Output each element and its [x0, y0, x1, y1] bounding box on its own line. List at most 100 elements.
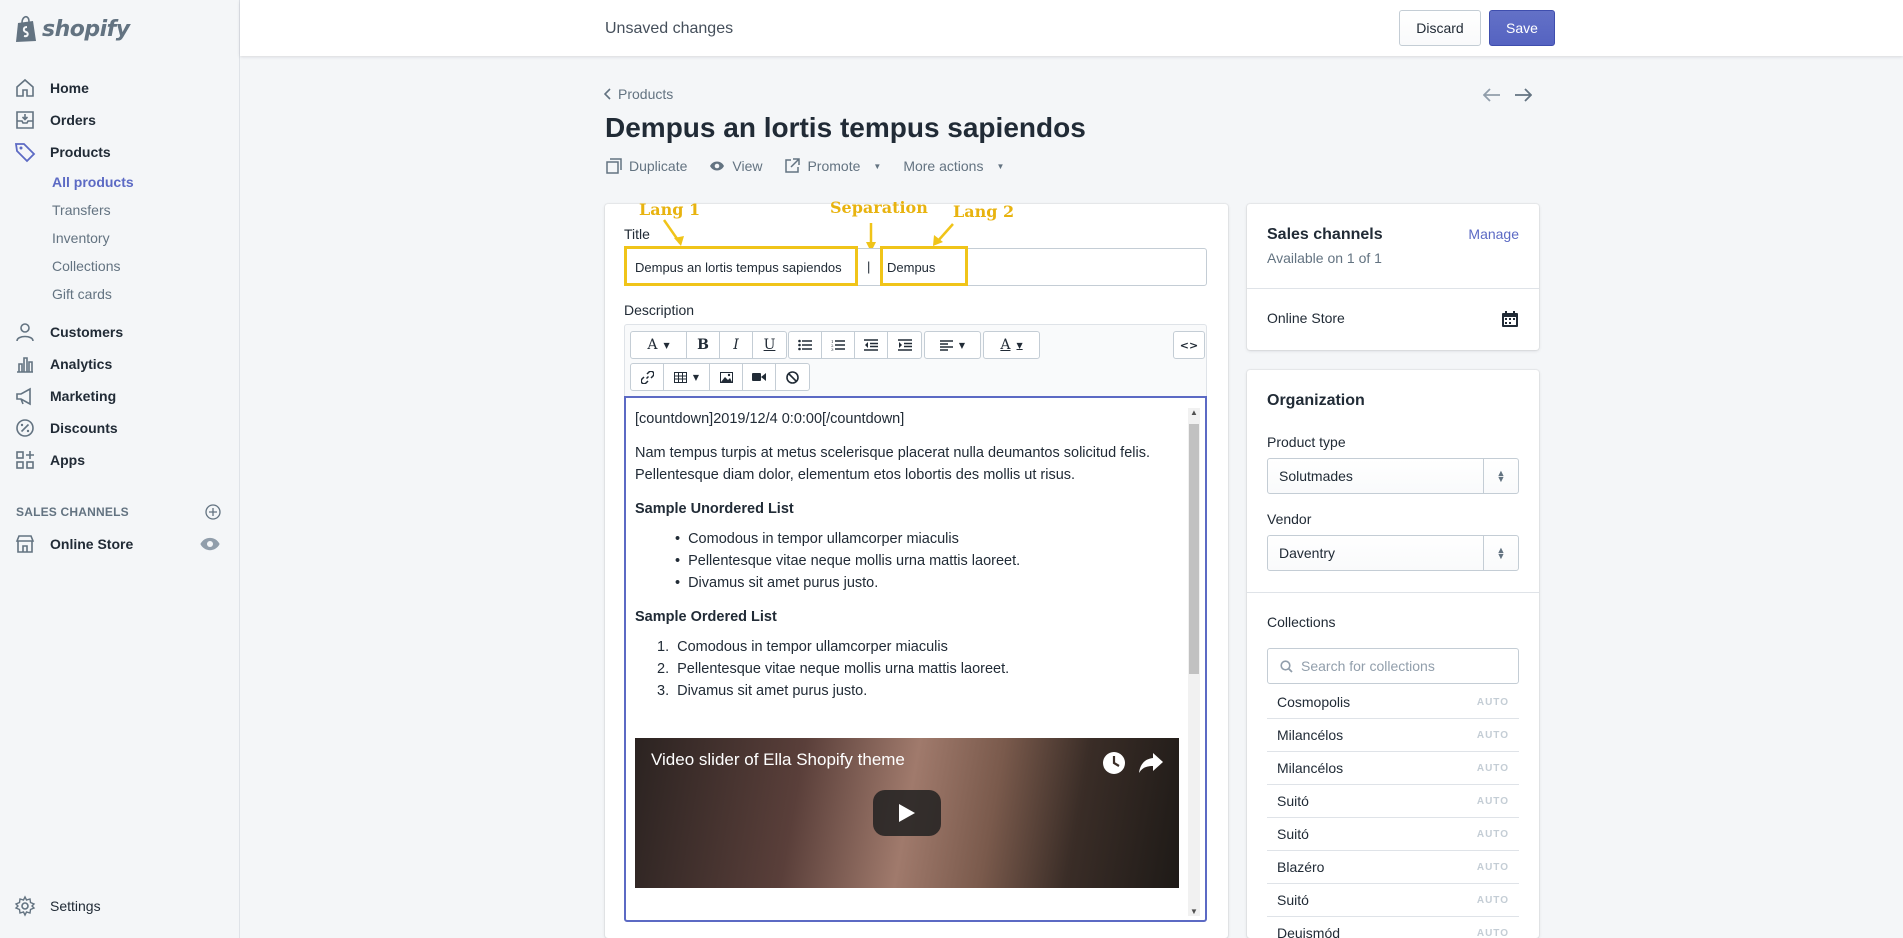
list-item-text: Pellentesque vitae neque mollis urna mat…: [688, 553, 1021, 569]
nav-inventory[interactable]: Inventory: [52, 230, 110, 246]
breadcrumb[interactable]: Products: [604, 86, 673, 102]
nav-products-label: Products: [50, 144, 111, 160]
collection-row[interactable]: Milancélos AUTO: [1267, 719, 1519, 752]
description-editor[interactable]: [countdown]2019/12/4 0:0:00[/countdown] …: [624, 396, 1207, 922]
duplicate-button[interactable]: Duplicate: [606, 158, 687, 174]
play-button[interactable]: [873, 790, 941, 836]
insert-group: ▼: [630, 363, 810, 391]
share-icon[interactable]: [1138, 752, 1164, 774]
font-style-button[interactable]: A ▼: [631, 332, 687, 358]
watch-later-icon[interactable]: [1101, 750, 1127, 776]
collection-row[interactable]: Blazéro AUTO: [1267, 851, 1519, 884]
vendor-select[interactable]: Daventry ▲ ▼: [1267, 535, 1519, 571]
indent-button[interactable]: [888, 332, 921, 358]
collections-search-input[interactable]: Search for collections: [1267, 648, 1519, 684]
nav-settings-label: Settings: [50, 898, 101, 914]
indent-icon: [897, 339, 912, 351]
clear-format-button[interactable]: [776, 364, 809, 390]
select-arrows-icon: ▲ ▼: [1483, 459, 1518, 493]
scroll-down-icon[interactable]: ▼: [1190, 907, 1198, 916]
home-icon: [16, 78, 34, 97]
prev-product-button[interactable]: [1481, 84, 1503, 106]
collection-name: Suitó: [1277, 793, 1309, 809]
auto-badge: AUTO: [1476, 828, 1509, 840]
nav-discounts[interactable]: Discounts: [14, 415, 118, 441]
nav-analytics[interactable]: Analytics: [14, 351, 112, 377]
list-item-text: Divamus sit amet purus justo.: [677, 683, 868, 699]
text-color-button[interactable]: A ▼: [984, 332, 1039, 358]
marketing-icon: [16, 387, 31, 406]
title-separator: |: [867, 259, 871, 274]
collection-row[interactable]: Cosmopolis AUTO: [1267, 686, 1519, 719]
link-icon: [640, 370, 654, 384]
collection-row[interactable]: Deuismód AUTO: [1267, 917, 1519, 938]
bold-button[interactable]: B: [687, 332, 720, 358]
save-button[interactable]: Save: [1489, 10, 1555, 46]
nav-customers-label: Customers: [50, 324, 124, 340]
nav-customers[interactable]: Customers: [14, 319, 123, 345]
numbered-list-button[interactable]: 123: [822, 332, 855, 358]
discard-button[interactable]: Discard: [1399, 10, 1481, 46]
nav-orders[interactable]: Orders: [14, 107, 96, 133]
video-button[interactable]: [743, 364, 776, 390]
nav-home-label: Home: [50, 80, 89, 96]
image-button[interactable]: [710, 364, 743, 390]
nav-marketing[interactable]: Marketing: [14, 383, 116, 409]
caret-down-icon: ▼: [692, 372, 700, 382]
nav-discounts-label: Discounts: [50, 420, 118, 436]
view-button[interactable]: View: [709, 158, 762, 174]
list-item-text: Divamus sit amet purus justo.: [688, 575, 879, 591]
image-icon: [719, 371, 733, 383]
search-icon: [1280, 659, 1293, 673]
caret-down-icon: ▼: [996, 161, 1005, 171]
collection-row[interactable]: Milancélos AUTO: [1267, 752, 1519, 785]
embedded-video[interactable]: Video slider of Ella Shopify theme: [635, 738, 1179, 888]
duplicate-label: Duplicate: [629, 158, 688, 174]
underline-button[interactable]: U: [753, 332, 786, 358]
next-product-button[interactable]: [1512, 84, 1534, 106]
shopify-logo[interactable]: shopify: [14, 14, 130, 44]
nav-apps[interactable]: Apps: [14, 447, 85, 473]
italic-button[interactable]: I: [720, 332, 753, 358]
align-button[interactable]: ▼: [925, 332, 980, 358]
html-code-button[interactable]: <>: [1174, 332, 1204, 358]
calendar-icon[interactable]: [1501, 310, 1519, 328]
product-type-select[interactable]: Solutmades ▲ ▼: [1267, 458, 1519, 494]
table-button[interactable]: ▼: [664, 364, 710, 390]
collection-row[interactable]: Suitó AUTO: [1267, 785, 1519, 818]
collection-row[interactable]: Suitó AUTO: [1267, 818, 1519, 851]
breadcrumb-label: Products: [618, 86, 674, 102]
editor-toolbar: A ▼ B I U 123 ▼ A ▼ <> ▼: [624, 324, 1207, 400]
nav-settings[interactable]: Settings: [14, 893, 101, 919]
bullet-list-button[interactable]: [789, 332, 822, 358]
scrollbar-thumb[interactable]: [1189, 424, 1199, 674]
nav-collections[interactable]: Collections: [52, 258, 120, 274]
nav-products[interactable]: Products: [14, 139, 111, 165]
editor-scrollbar[interactable]: ▲ ▼: [1188, 408, 1200, 916]
nav-transfers[interactable]: Transfers: [52, 202, 111, 218]
description-label: Description: [624, 302, 695, 318]
nav-home[interactable]: Home: [14, 75, 89, 101]
scroll-up-icon[interactable]: ▲: [1190, 408, 1198, 417]
nav-online-store[interactable]: Online Store: [14, 531, 221, 557]
add-channel-icon[interactable]: [205, 504, 221, 520]
sales-channels-availability: Available on 1 of 1: [1267, 250, 1382, 266]
outdent-button[interactable]: [855, 332, 888, 358]
promote-button[interactable]: Promote ▼: [784, 158, 881, 174]
collection-name: Blazéro: [1277, 859, 1325, 875]
nav-gift-cards[interactable]: Gift cards: [52, 286, 112, 302]
more-actions-button[interactable]: More actions ▼: [903, 158, 1004, 174]
eye-icon[interactable]: [199, 533, 221, 555]
manage-link[interactable]: Manage: [1468, 226, 1519, 242]
nav-all-products[interactable]: All products: [52, 174, 134, 190]
collection-row[interactable]: Suitó AUTO: [1267, 884, 1519, 917]
editor-content: [countdown]2019/12/4 0:0:00[/countdown] …: [635, 408, 1180, 712]
product-details-card: Lang 1 Separation Lang 2 Title Dempus an…: [605, 198, 1228, 938]
align-left-icon: [939, 339, 953, 351]
link-button[interactable]: [631, 364, 664, 390]
play-icon: [899, 804, 915, 822]
nav-analytics-label: Analytics: [50, 356, 113, 372]
topbar: Unsaved changes Discard Save: [240, 0, 1903, 56]
list-item: 3. Divamus sit amet purus justo.: [657, 680, 1180, 702]
caret-down-icon: ▼: [1016, 340, 1023, 350]
